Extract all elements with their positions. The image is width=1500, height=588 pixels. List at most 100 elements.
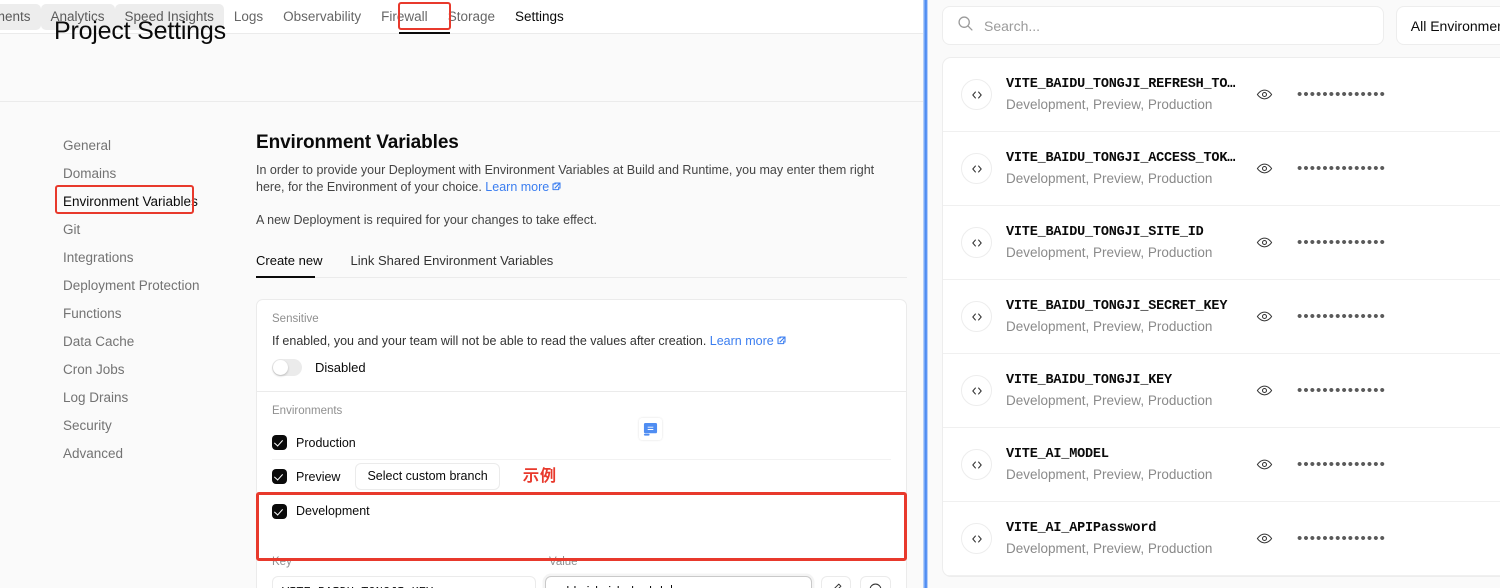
form-tab-underline xyxy=(256,276,315,278)
environment-row-preview[interactable]: Preview Select custom branch xyxy=(272,460,891,494)
environment-label-production: Production xyxy=(296,435,356,450)
checkbox-preview[interactable] xyxy=(272,469,287,484)
table-row[interactable]: VITE_AI_MODEL Development, Preview, Prod… xyxy=(943,428,1500,502)
deployment-note: A new Deployment is required for your ch… xyxy=(256,213,597,227)
sensitive-label: Sensitive xyxy=(272,313,319,325)
masked-value: •••••••••••••• xyxy=(1297,455,1386,473)
learn-more-link[interactable]: Learn more xyxy=(485,180,549,194)
text-caret xyxy=(671,584,673,588)
variable-key: VITE_BAIDU_TONGJI_REFRESH_TO… xyxy=(1006,76,1236,92)
nav-tab-observability[interactable]: Observability xyxy=(273,4,371,30)
sidebar-item-security[interactable]: Security xyxy=(54,412,234,440)
tab-link-shared-environment-variables[interactable]: Link Shared Environment Variables xyxy=(350,253,553,268)
reveal-value-button[interactable] xyxy=(1256,456,1273,473)
key-value-section: Key Value VITE_BAIDU_TONGJI_KEY addajdaj… xyxy=(257,543,906,588)
table-row[interactable]: VITE_BAIDU_TONGJI_KEY Development, Previ… xyxy=(943,354,1500,428)
checkbox-development[interactable] xyxy=(272,503,287,519)
sidebar-item-log-drains[interactable]: Log Drains xyxy=(54,384,234,412)
value-column-header: Value xyxy=(549,556,578,568)
sensitive-learn-more-link[interactable]: Learn more xyxy=(710,334,774,348)
environment-variables-list-pane: Search... All Environments VITE_BAIDU_TO… xyxy=(928,0,1500,588)
environment-label-preview: Preview xyxy=(296,469,341,484)
section-description: In order to provide your Deployment with… xyxy=(256,162,896,197)
reveal-value-button[interactable] xyxy=(1256,234,1273,251)
sensitive-help-text: If enabled, you and your team will not b… xyxy=(272,334,891,349)
search-placeholder: Search... xyxy=(984,17,1041,34)
section-description-text: In order to provide your Deployment with… xyxy=(256,163,875,194)
sidebar-item-advanced[interactable]: Advanced xyxy=(54,440,234,468)
sidebar-item-data-cache[interactable]: Data Cache xyxy=(54,328,234,356)
all-environments-filter-button[interactable]: All Environments xyxy=(1395,6,1500,45)
code-icon xyxy=(961,449,992,480)
nav-tab-settings[interactable]: Settings xyxy=(505,4,574,30)
project-settings-pane: ...rments Analytics Speed Insights Logs … xyxy=(0,0,923,588)
sidebar-item-git[interactable]: Git xyxy=(54,216,234,244)
sensitive-toggle-row: Disabled xyxy=(272,359,891,376)
sidebar-item-cron-jobs[interactable]: Cron Jobs xyxy=(54,356,234,384)
create-new-variable-card: Sensitive If enabled, you and your team … xyxy=(256,299,907,588)
masked-value: •••••••••••••• xyxy=(1297,529,1386,547)
environment-row-production[interactable]: Production xyxy=(272,426,891,460)
variable-info: VITE_BAIDU_TONGJI_REFRESH_TO… Developmen… xyxy=(1006,76,1242,114)
table-row[interactable]: VITE_AI_APIPassword Development, Preview… xyxy=(943,502,1500,576)
environment-row-development[interactable]: Development xyxy=(272,494,891,528)
reveal-value-button[interactable] xyxy=(1256,382,1273,399)
environment-label-development: Development xyxy=(296,504,370,518)
variable-key: VITE_BAIDU_TONGJI_ACCESS_TOK… xyxy=(1006,150,1236,166)
key-value-headers: Key Value xyxy=(272,556,891,568)
variable-key: VITE_AI_MODEL xyxy=(1006,446,1109,462)
sidebar-item-deployment-protection[interactable]: Deployment Protection xyxy=(54,272,234,300)
variable-environments: Development, Preview, Production xyxy=(1006,96,1213,112)
nav-tab-firewall[interactable]: Firewall xyxy=(371,4,438,30)
pencil-icon xyxy=(829,582,843,588)
variable-info: VITE_AI_APIPassword Development, Preview… xyxy=(1006,520,1242,558)
masked-value: •••••••••••••• xyxy=(1297,85,1386,103)
value-input-value: addajdajdadnakda xyxy=(555,585,670,588)
nav-tab-storage[interactable]: Storage xyxy=(438,4,505,30)
external-link-icon xyxy=(551,180,562,197)
variable-key: VITE_BAIDU_TONGJI_KEY xyxy=(1006,372,1172,388)
select-custom-branch-button[interactable]: Select custom branch xyxy=(355,463,500,490)
environments-section: Environments Production Preview Select c… xyxy=(257,392,906,543)
edit-variable-button[interactable] xyxy=(820,576,852,588)
variable-info: VITE_BAIDU_TONGJI_SITE_ID Development, P… xyxy=(1006,224,1242,262)
reveal-value-button[interactable] xyxy=(1256,308,1273,325)
tab-create-new[interactable]: Create new xyxy=(256,253,322,268)
sidebar-item-functions[interactable]: Functions xyxy=(54,300,234,328)
table-row[interactable]: VITE_BAIDU_TONGJI_SITE_ID Development, P… xyxy=(943,206,1500,280)
key-value-inputs-row: VITE_BAIDU_TONGJI_KEY addajdajdadnakda xyxy=(272,576,891,588)
sidebar-item-general[interactable]: General xyxy=(54,132,234,160)
search-box[interactable]: Search... xyxy=(942,6,1384,45)
masked-value: •••••••••••••• xyxy=(1297,233,1386,251)
masked-value: •••••••••••••• xyxy=(1297,307,1386,325)
table-row[interactable]: VITE_BAIDU_TONGJI_SECRET_KEY Development… xyxy=(943,280,1500,354)
variable-key: VITE_BAIDU_TONGJI_SITE_ID xyxy=(1006,224,1204,240)
code-icon xyxy=(961,301,992,332)
key-input[interactable]: VITE_BAIDU_TONGJI_KEY xyxy=(272,576,536,588)
remove-variable-button[interactable] xyxy=(860,576,891,588)
variable-environments: Development, Preview, Production xyxy=(1006,170,1213,186)
code-icon xyxy=(961,523,992,554)
variables-list: VITE_BAIDU_TONGJI_REFRESH_TO… Developmen… xyxy=(942,57,1500,577)
sensitive-section: Sensitive If enabled, you and your team … xyxy=(257,300,906,392)
variable-environments: Development, Preview, Production xyxy=(1006,244,1213,260)
reveal-value-button[interactable] xyxy=(1256,160,1273,177)
sensitive-toggle[interactable] xyxy=(272,359,302,376)
reveal-value-button[interactable] xyxy=(1256,530,1273,547)
sidebar-item-domains[interactable]: Domains xyxy=(54,160,234,188)
sidebar-item-integrations[interactable]: Integrations xyxy=(54,244,234,272)
table-row[interactable]: VITE_BAIDU_TONGJI_REFRESH_TO… Developmen… xyxy=(943,58,1500,132)
sensitive-help-string: If enabled, you and your team will not b… xyxy=(272,334,707,348)
sidebar-item-environment-variables[interactable]: Environment Variables xyxy=(54,188,234,216)
app-screen: ...rments Analytics Speed Insights Logs … xyxy=(0,0,1500,588)
variable-key: VITE_BAIDU_TONGJI_SECRET_KEY xyxy=(1006,298,1228,314)
value-input[interactable]: addajdajdadnakda xyxy=(545,576,812,588)
reveal-value-button[interactable] xyxy=(1256,86,1273,103)
key-column-header: Key xyxy=(272,556,292,568)
nav-tab-deployments[interactable]: ...rments xyxy=(0,3,41,30)
list-toolbar: Search... All Environments xyxy=(942,6,1500,45)
table-row[interactable]: VITE_BAIDU_TONGJI_ACCESS_TOK… Developmen… xyxy=(943,132,1500,206)
checkbox-production[interactable] xyxy=(272,435,287,450)
nav-tab-logs[interactable]: Logs xyxy=(224,4,273,30)
sensitive-toggle-state-label: Disabled xyxy=(315,360,366,375)
